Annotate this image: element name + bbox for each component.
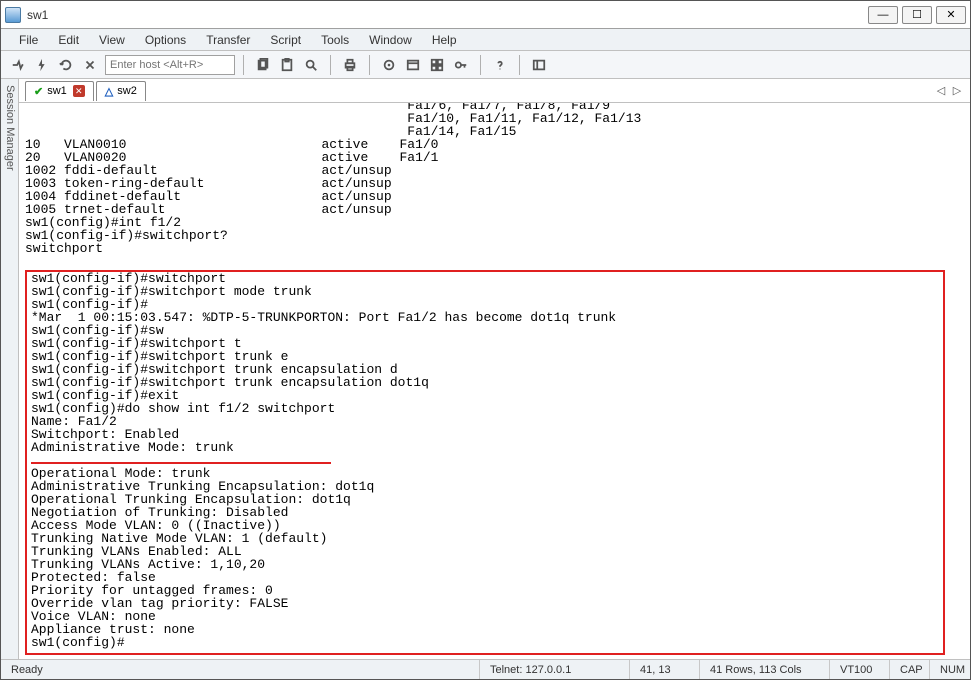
print-icon[interactable] <box>339 54 361 76</box>
status-size: 41 Rows, 113 Cols <box>700 660 830 679</box>
warning-icon: △ <box>105 85 113 98</box>
global-options-icon[interactable] <box>426 54 448 76</box>
tab-sw2[interactable]: △ sw2 <box>96 81 146 101</box>
menu-script[interactable]: Script <box>260 31 311 49</box>
terminal-output[interactable]: Fa1/6, Fa1/7, Fa1/8, Fa1/9 Fa1/10, Fa1/1… <box>19 103 970 659</box>
session-manager-tab[interactable]: Session Manager <box>1 79 19 659</box>
key-icon[interactable] <box>450 54 472 76</box>
menu-options[interactable]: Options <box>135 31 196 49</box>
status-emulation: VT100 <box>830 660 890 679</box>
menu-tools[interactable]: Tools <box>311 31 359 49</box>
tab-sw1[interactable]: ✔ sw1 ✕ <box>25 81 94 101</box>
menu-edit[interactable]: Edit <box>48 31 89 49</box>
minimize-button[interactable]: — <box>868 6 898 24</box>
menu-view[interactable]: View <box>89 31 135 49</box>
tab-close-icon[interactable]: ✕ <box>73 85 85 97</box>
find-icon[interactable] <box>300 54 322 76</box>
toolbar <box>1 51 970 79</box>
status-cursor-pos: 41, 13 <box>630 660 700 679</box>
help-icon[interactable] <box>489 54 511 76</box>
menu-file[interactable]: File <box>9 31 48 49</box>
paste-icon[interactable] <box>276 54 298 76</box>
highlight-box: sw1(config-if)#switchport sw1(config-if)… <box>25 270 945 655</box>
connected-icon: ✔ <box>34 85 43 98</box>
titlebar: sw1 — ☐ ✕ <box>1 1 970 29</box>
menu-window[interactable]: Window <box>359 31 422 49</box>
status-connection: Telnet: 127.0.0.1 <box>480 660 630 679</box>
menu-help[interactable]: Help <box>422 31 467 49</box>
host-input[interactable] <box>105 55 235 75</box>
tab-label: sw1 <box>47 85 67 97</box>
quick-connect-icon[interactable] <box>31 54 53 76</box>
disconnect-icon[interactable] <box>79 54 101 76</box>
maximize-button[interactable]: ☐ <box>902 6 932 24</box>
app-window: sw1 — ☐ ✕ File Edit View Options Transfe… <box>0 0 971 680</box>
status-cap: CAP <box>890 660 930 679</box>
scroll-tabs-right-icon[interactable]: ▷ <box>950 84 964 98</box>
window-title: sw1 <box>27 8 868 22</box>
status-num: NUM <box>930 660 970 679</box>
copy-icon[interactable] <box>252 54 274 76</box>
properties-icon[interactable] <box>378 54 400 76</box>
tab-label: sw2 <box>117 85 137 97</box>
close-button[interactable]: ✕ <box>936 6 966 24</box>
status-ready: Ready <box>1 660 480 679</box>
app-icon <box>5 7 21 23</box>
toggle-panel-icon[interactable] <box>528 54 550 76</box>
reconnect-icon[interactable] <box>55 54 77 76</box>
connect-icon[interactable] <box>7 54 29 76</box>
scroll-tabs-left-icon[interactable]: ◁ <box>934 84 948 98</box>
tabstrip: ✔ sw1 ✕ △ sw2 ◁ ▷ <box>19 79 970 103</box>
statusbar: Ready Telnet: 127.0.0.1 41, 13 41 Rows, … <box>1 659 970 679</box>
menu-transfer[interactable]: Transfer <box>196 31 260 49</box>
menubar: File Edit View Options Transfer Script T… <box>1 29 970 51</box>
session-options-icon[interactable] <box>402 54 424 76</box>
